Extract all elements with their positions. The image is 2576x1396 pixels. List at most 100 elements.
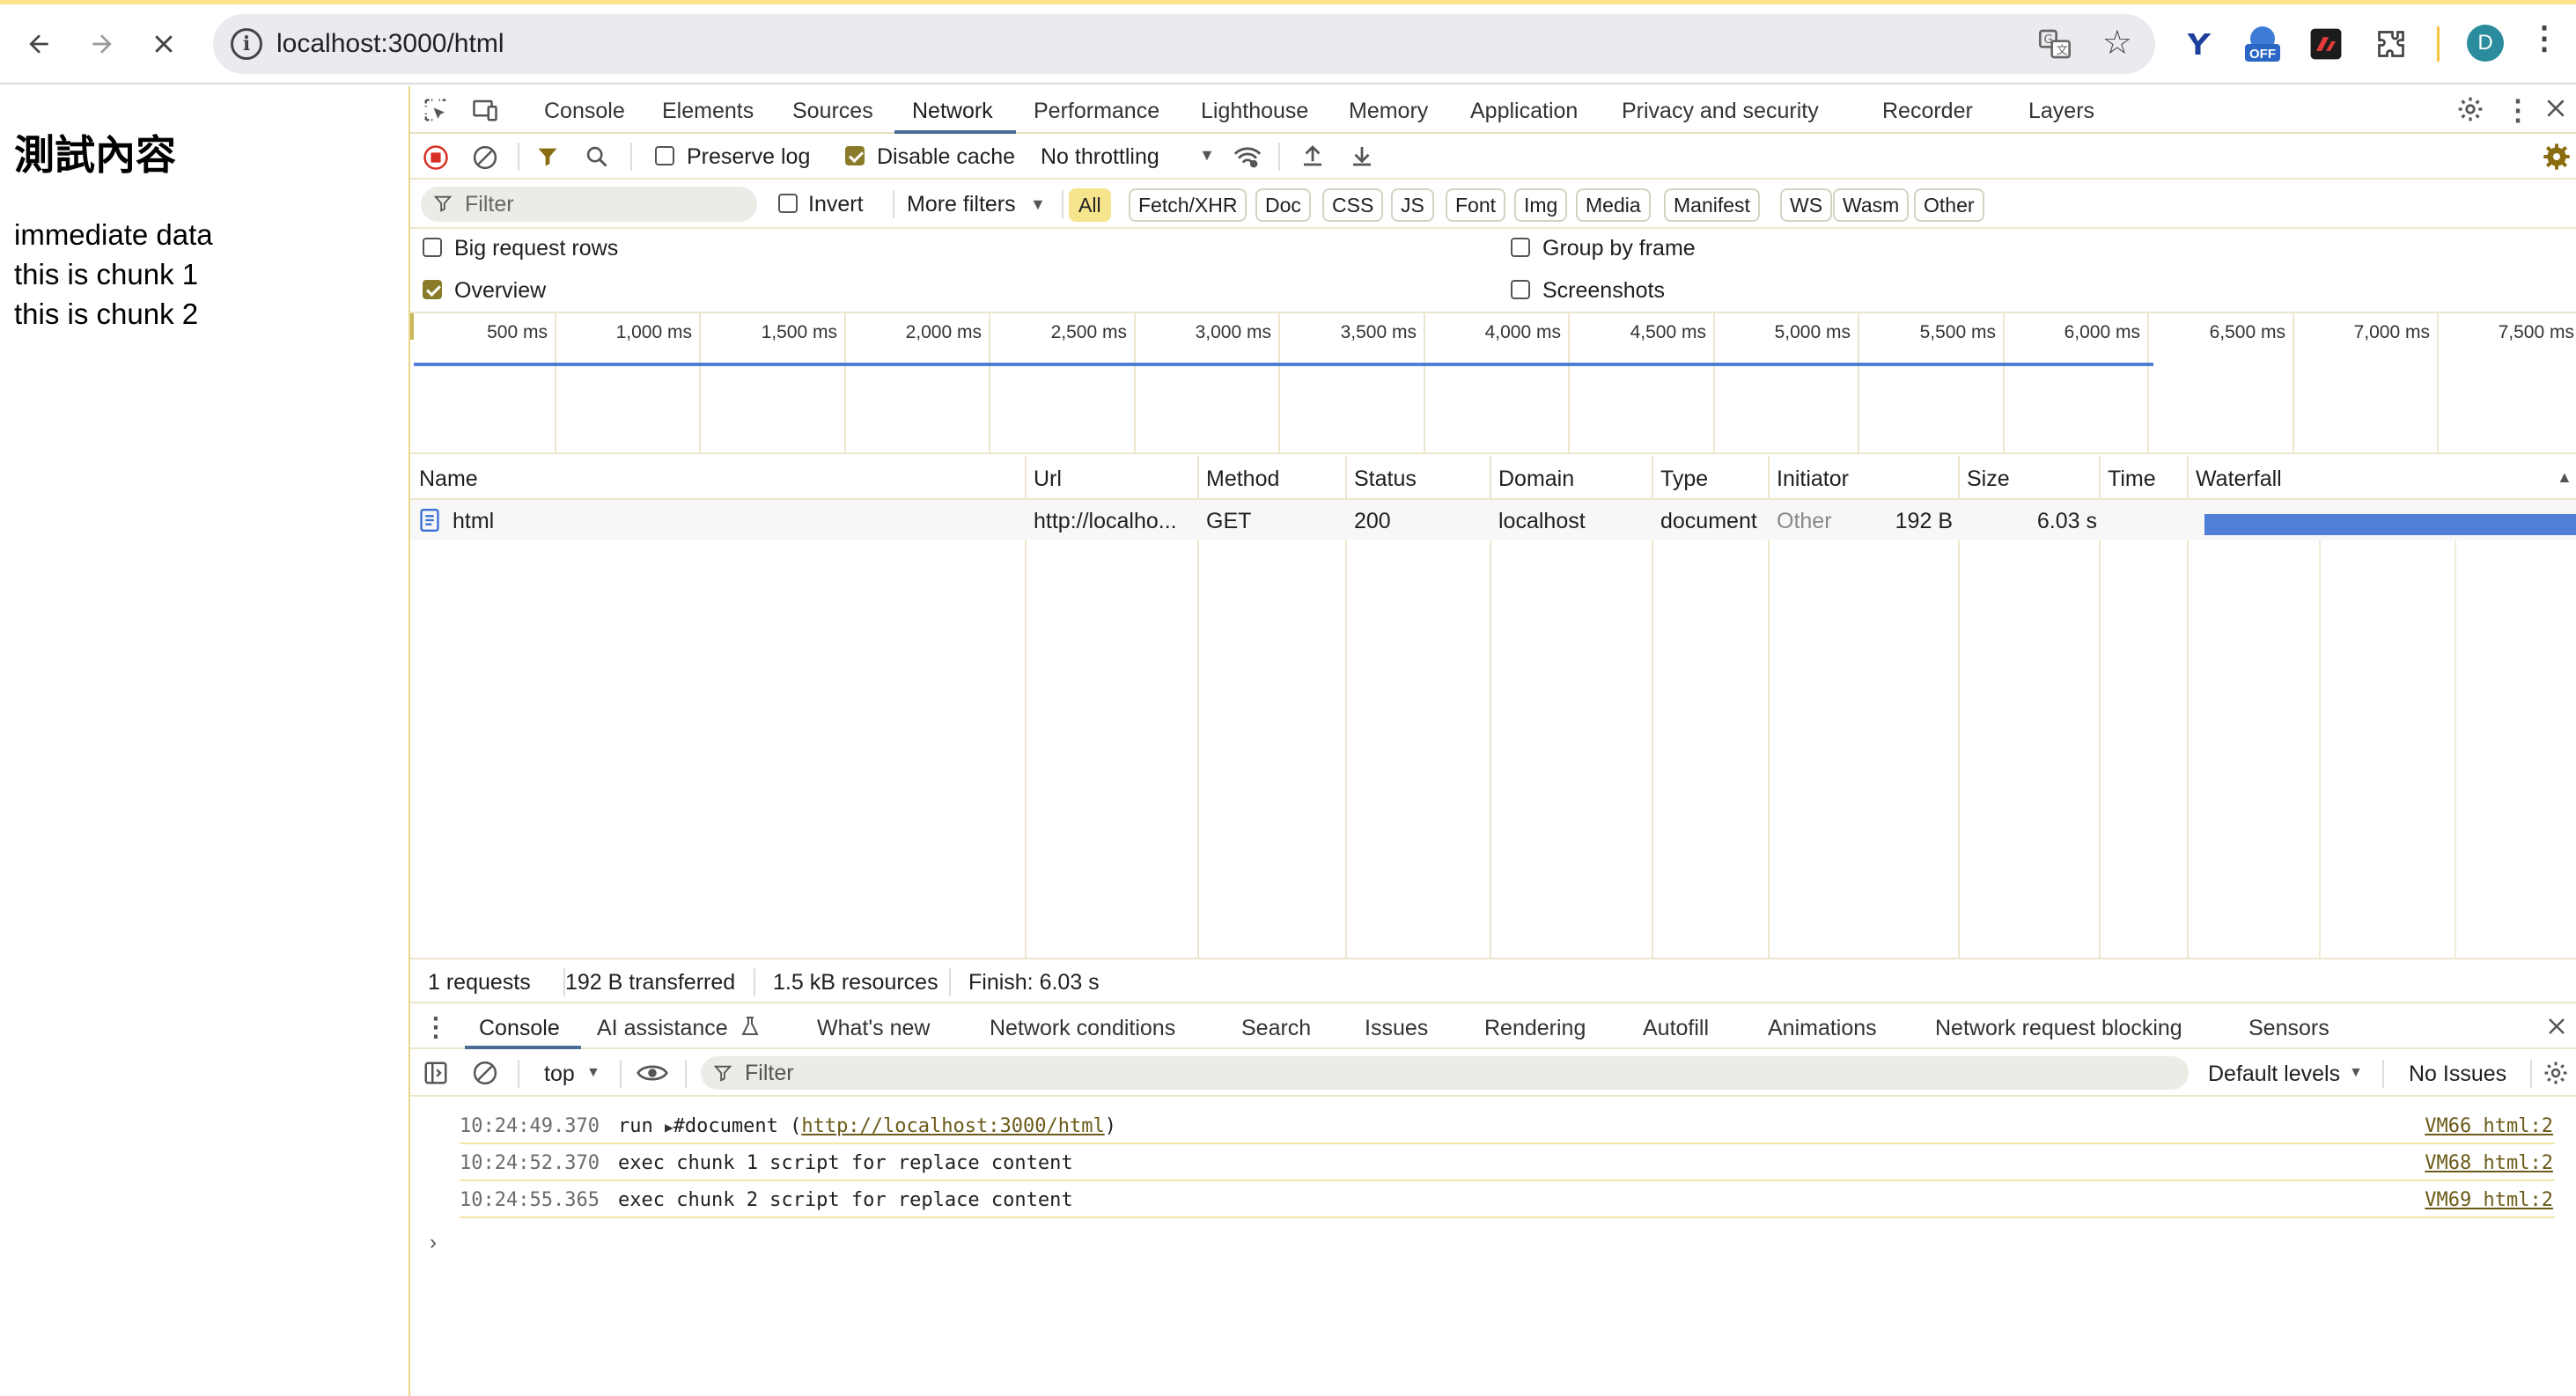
- chip-font[interactable]: Font: [1446, 188, 1506, 222]
- extensions-puzzle-icon[interactable]: [2370, 23, 2412, 65]
- drawer-tab-network-conditions[interactable]: Network conditions: [990, 1016, 1175, 1041]
- disable-cache-label[interactable]: Disable cache: [877, 144, 1015, 170]
- address-bar-url[interactable]: localhost:3000/html: [276, 29, 504, 59]
- tab-sources[interactable]: Sources: [792, 99, 873, 124]
- waterfall-bar[interactable]: [2204, 514, 2576, 535]
- drawer-tab-sensors[interactable]: Sensors: [2248, 1016, 2329, 1041]
- tab-performance[interactable]: Performance: [1034, 99, 1159, 124]
- issues-counter[interactable]: No Issues: [2409, 1062, 2506, 1087]
- chip-other[interactable]: Other: [1914, 188, 1984, 222]
- tab-layers[interactable]: Layers: [2028, 99, 2094, 124]
- chip-wasm[interactable]: Wasm: [1833, 188, 1910, 222]
- throttling-select[interactable]: No throttling: [1041, 144, 1159, 170]
- tab-privacy-and-security[interactable]: Privacy and security: [1622, 99, 1819, 124]
- chevron-down-icon[interactable]: ▼: [586, 1065, 600, 1081]
- drawer-tab-network-request-blocking[interactable]: Network request blocking: [1935, 1016, 2182, 1041]
- group-by-frame-checkbox[interactable]: [1511, 238, 1530, 257]
- stop-loading-button[interactable]: [141, 21, 187, 67]
- tab-lighthouse[interactable]: Lighthouse: [1201, 99, 1308, 124]
- close-drawer-icon[interactable]: [2546, 1016, 2567, 1037]
- extension-off-icon[interactable]: OFF: [2241, 23, 2284, 65]
- screenshots-checkbox[interactable]: [1511, 280, 1530, 299]
- column-header-method[interactable]: Method: [1206, 467, 1279, 492]
- request-name[interactable]: html: [453, 509, 494, 534]
- tab-elements[interactable]: Elements: [662, 99, 754, 124]
- drawer-tab-animations[interactable]: Animations: [1768, 1016, 1877, 1041]
- settings-gear-icon[interactable]: [2456, 95, 2484, 123]
- chip-js[interactable]: JS: [1391, 188, 1434, 222]
- network-settings-gear-icon[interactable]: [2543, 143, 2571, 171]
- tab-console[interactable]: Console: [544, 99, 625, 124]
- network-conditions-wifi-icon[interactable]: [1233, 143, 1262, 173]
- device-toolbar-icon[interactable]: [472, 97, 498, 123]
- overview-checkbox[interactable]: [423, 280, 442, 299]
- address-bar[interactable]: i localhost:3000/html G文 ☆: [213, 14, 2155, 74]
- preserve-log-label[interactable]: Preserve log: [687, 144, 810, 170]
- console-object-link[interactable]: http://localhost:3000/html: [801, 1115, 1104, 1137]
- invert-checkbox[interactable]: [778, 194, 798, 213]
- disable-cache-checkbox[interactable]: [845, 146, 865, 165]
- chip-css[interactable]: CSS: [1322, 188, 1384, 222]
- profile-avatar[interactable]: D: [2467, 25, 2504, 62]
- extension-red-icon[interactable]: [2305, 23, 2347, 65]
- console-filter-input[interactable]: Filter: [701, 1056, 2189, 1090]
- close-devtools-icon[interactable]: [2544, 97, 2567, 120]
- forward-button[interactable]: [79, 21, 125, 67]
- record-stop-icon[interactable]: [423, 144, 449, 171]
- chevron-down-icon[interactable]: ▼: [1030, 195, 1046, 214]
- chevron-down-icon[interactable]: ▼: [2349, 1065, 2363, 1081]
- bookmark-star-icon[interactable]: ☆: [2102, 23, 2132, 62]
- more-vert-icon[interactable]: ⋮: [2504, 93, 2532, 127]
- drawer-tab-console[interactable]: Console: [479, 1016, 560, 1041]
- back-button[interactable]: [16, 21, 62, 67]
- console-source-link[interactable]: VM68 html:2: [2425, 1152, 2553, 1174]
- site-info-icon[interactable]: i: [231, 28, 262, 60]
- export-har-download-icon[interactable]: [1349, 143, 1375, 169]
- column-header-type[interactable]: Type: [1660, 467, 1708, 492]
- table-row[interactable]: html http://localho... GET 200 localhost…: [410, 500, 2576, 540]
- column-header-status[interactable]: Status: [1354, 467, 1417, 492]
- drawer-tab-search[interactable]: Search: [1241, 1016, 1311, 1041]
- live-expression-eye-icon[interactable]: [636, 1058, 669, 1088]
- search-icon[interactable]: [585, 144, 609, 169]
- tab-memory[interactable]: Memory: [1349, 99, 1428, 124]
- big-request-rows-label[interactable]: Big request rows: [454, 236, 618, 261]
- column-header-size[interactable]: Size: [1967, 467, 2010, 492]
- preserve-log-checkbox[interactable]: [655, 146, 674, 165]
- chip-doc[interactable]: Doc: [1255, 188, 1311, 222]
- clear-icon[interactable]: [472, 144, 498, 171]
- inspect-element-icon[interactable]: [423, 97, 449, 123]
- context-selector[interactable]: top: [544, 1062, 575, 1087]
- drawer-tab-rendering[interactable]: Rendering: [1484, 1016, 1586, 1041]
- chip-fetch-xhr[interactable]: Fetch/XHR: [1129, 188, 1248, 222]
- console-settings-gear-icon[interactable]: [2543, 1060, 2569, 1086]
- big-request-rows-checkbox[interactable]: [423, 238, 442, 257]
- chip-ws[interactable]: WS: [1780, 188, 1833, 222]
- invert-label[interactable]: Invert: [808, 192, 864, 217]
- more-vert-icon[interactable]: ⋮: [2528, 19, 2560, 56]
- console-source-link[interactable]: VM69 html:2: [2425, 1189, 2553, 1211]
- more-filters-dropdown[interactable]: More filters: [907, 192, 1016, 217]
- network-overview-timeline[interactable]: 500 ms 1,000 ms 1,500 ms 2,000 ms 2,500 …: [410, 313, 2576, 454]
- chip-media[interactable]: Media: [1576, 188, 1651, 222]
- expand-triangle-icon[interactable]: ▶: [665, 1119, 673, 1135]
- chip-all[interactable]: All: [1069, 188, 1111, 222]
- column-header-domain[interactable]: Domain: [1498, 467, 1574, 492]
- import-har-upload-icon[interactable]: [1299, 143, 1326, 169]
- drawer-tab-whats-new[interactable]: What's new: [817, 1016, 930, 1041]
- column-header-url[interactable]: Url: [1034, 467, 1062, 492]
- clear-console-icon[interactable]: [472, 1060, 498, 1086]
- column-header-waterfall[interactable]: Waterfall: [2196, 467, 2282, 492]
- translate-icon[interactable]: G文: [2037, 26, 2072, 62]
- log-levels-dropdown[interactable]: Default levels: [2208, 1062, 2340, 1087]
- drawer-menu-icon[interactable]: ⋮: [423, 1012, 449, 1043]
- group-by-frame-label[interactable]: Group by frame: [1542, 236, 1696, 261]
- network-filter-input[interactable]: Filter: [421, 187, 757, 222]
- console-prompt-chevron-icon[interactable]: ›: [430, 1231, 437, 1255]
- tab-application[interactable]: Application: [1470, 99, 1578, 124]
- filter-funnel-icon[interactable]: [535, 144, 560, 169]
- screenshots-label[interactable]: Screenshots: [1542, 278, 1665, 304]
- overview-label[interactable]: Overview: [454, 278, 546, 304]
- drawer-tab-ai-assistance[interactable]: AI assistance: [597, 1016, 728, 1041]
- console-object[interactable]: #document (: [673, 1115, 802, 1137]
